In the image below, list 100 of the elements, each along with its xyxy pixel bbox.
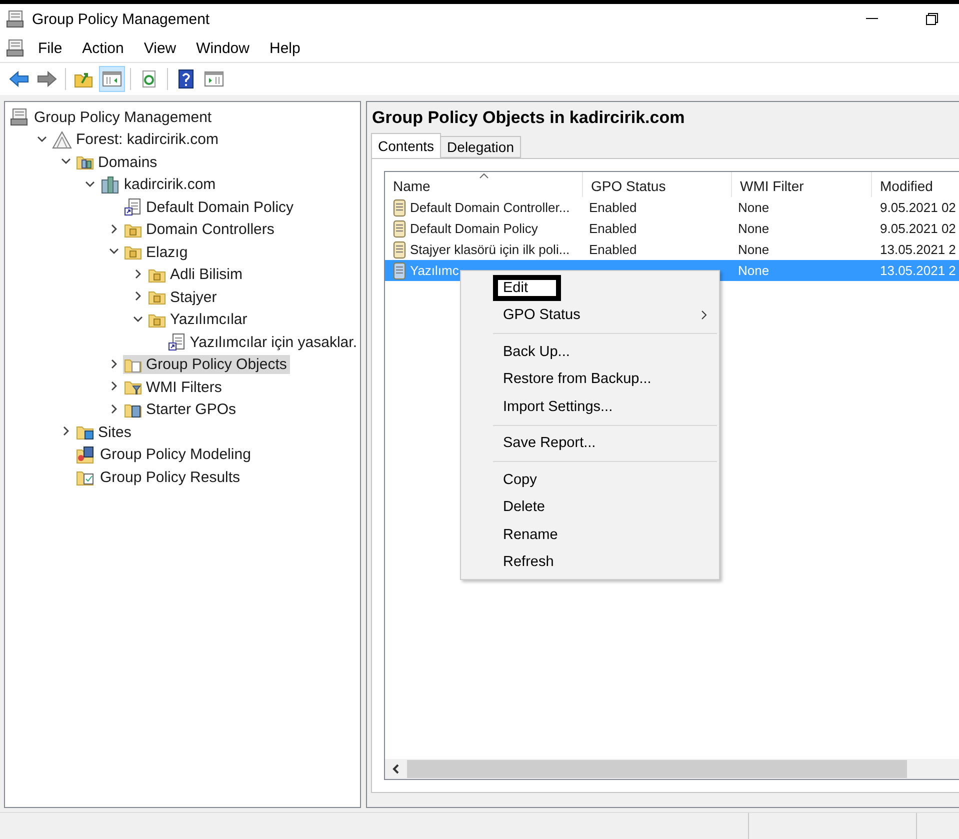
triangle-icon [52, 130, 72, 149]
wmi-filter-text: None [738, 242, 770, 257]
forward-arrow-icon [37, 71, 57, 87]
scroll-icon [391, 198, 407, 216]
tree-node[interactable]: kadircirik.com [99, 174, 219, 195]
tree-node[interactable]: Domain Controllers [123, 220, 278, 240]
chevron-right-icon[interactable] [109, 381, 119, 392]
wmi-filter-text: None [738, 221, 770, 236]
back-arrow-icon [9, 71, 29, 87]
gpo-name: Default Domain Controller... [410, 200, 570, 215]
chevron-right-icon[interactable] [109, 358, 119, 369]
filter-folder-icon [124, 379, 142, 396]
console-icon [10, 108, 30, 126]
context-menu-item[interactable]: Save Report... [461, 430, 719, 457]
horizontal-scrollbar[interactable] [385, 759, 959, 779]
tab[interactable]: Delegation [440, 136, 521, 158]
up-folder-icon [74, 70, 94, 88]
context-menu-item[interactable]: GPO Status [461, 302, 719, 329]
console-icon [6, 10, 26, 28]
chevron-right-icon[interactable] [133, 268, 143, 279]
starter-folder-icon [124, 402, 142, 418]
folder-icon [148, 312, 166, 328]
tree-node[interactable]: Stajyer [147, 288, 220, 307]
gpo-name: Yazılımc [410, 263, 459, 278]
chevron-right-icon[interactable] [109, 404, 119, 414]
minimize-icon [866, 18, 878, 20]
folder-icon [124, 222, 142, 238]
modified-date: 9.05.2021 02 [880, 221, 956, 236]
buildings-icon [100, 176, 120, 194]
menu-item[interactable]: Action [74, 40, 132, 56]
chevron-right-icon[interactable] [61, 426, 71, 436]
policy-link-icon [168, 333, 186, 352]
context-menu-item[interactable]: Edit [461, 274, 719, 302]
tree-node[interactable]: Domains [75, 152, 160, 172]
modified-date: 13.05.2021 2 [880, 263, 956, 278]
gpo-name: Stajyer klasörü için ilk poli... [410, 242, 570, 257]
folder-icon [148, 289, 166, 306]
tree-node[interactable]: Group Policy Objects [123, 355, 290, 374]
menu-item[interactable]: File [30, 40, 70, 56]
scroll-thumb[interactable] [407, 760, 907, 778]
column-header[interactable]: Name [385, 172, 583, 197]
domains-folder-icon [76, 154, 94, 170]
chevron-left-icon [392, 764, 400, 774]
window-title: Group Policy Management [32, 10, 211, 28]
modified-date: 13.05.2021 2 [880, 242, 956, 257]
context-menu-item[interactable]: Refresh [461, 548, 719, 576]
column-header[interactable]: WMI Filter [732, 172, 872, 197]
sites-folder-icon [76, 424, 94, 440]
help-icon [177, 69, 195, 89]
list-row[interactable]: Stajyer klasörü için ilk poli... Enabled None 13.05.2021 2 [385, 239, 959, 260]
menu-item[interactable]: Help [261, 40, 308, 56]
wmi-filter-text: None [738, 200, 770, 215]
status-text: Enabled [589, 221, 637, 236]
tree-node[interactable]: WMI Filters [123, 378, 225, 397]
policy-link-icon [124, 198, 142, 216]
tree-node[interactable]: Sites [75, 422, 134, 442]
sort-caret-icon [479, 173, 489, 179]
scroll-icon [391, 262, 407, 280]
chevron-down-icon[interactable] [133, 314, 143, 324]
context-menu-item[interactable]: Copy [461, 466, 719, 494]
chevron-down-icon[interactable] [85, 178, 95, 189]
pane-heading: Group Policy Objects in kadircirik.com [371, 107, 686, 129]
folder-icon [148, 266, 166, 283]
chevron-down-icon[interactable] [61, 156, 71, 166]
tree-node[interactable]: Group Policy Modeling [75, 444, 254, 465]
tree-node[interactable]: Group Policy Management [9, 107, 215, 128]
context-menu-item[interactable]: Back Up... [461, 338, 719, 366]
refresh-icon [140, 70, 158, 88]
menu-item[interactable]: View [136, 40, 184, 56]
modeling-icon [76, 446, 96, 464]
scroll-icon [391, 240, 407, 258]
tab[interactable]: Contents [371, 133, 442, 158]
context-menu-item[interactable]: Import Settings... [461, 393, 719, 420]
wmi-filter-text: None [738, 263, 770, 278]
tree-node[interactable]: Forest: kadircirik.com [51, 130, 222, 150]
context-menu-item[interactable]: Restore from Backup... [461, 366, 719, 393]
menu-item[interactable]: Window [188, 40, 258, 56]
gpo-name: Default Domain Policy [410, 221, 538, 236]
column-header[interactable]: Modified [872, 172, 959, 197]
column-header[interactable]: GPO Status [583, 172, 732, 197]
scroll-icon [391, 220, 407, 238]
context-menu-item[interactable]: Rename [461, 521, 719, 548]
list-row[interactable]: Default Domain Controller... Enabled None 9.05.2021 02 [385, 197, 959, 218]
tree-node[interactable]: Default Domain Policy [123, 197, 297, 218]
chevron-right-icon[interactable] [133, 291, 143, 302]
tree-node[interactable]: Yazılımcılar [147, 310, 250, 330]
chevron-down-icon[interactable] [37, 134, 47, 144]
context-menu-item[interactable]: Delete [461, 494, 719, 521]
status-text: Enabled [589, 242, 637, 257]
chevron-down-icon[interactable] [109, 246, 119, 256]
list-row[interactable]: Default Domain Policy Enabled None 9.05.2021 02 [385, 218, 959, 239]
tree-node[interactable]: Adli Bilisim [147, 265, 246, 284]
tree-node[interactable]: Yazılımcılar için yasaklar. [166, 332, 360, 352]
modified-date: 9.05.2021 02 [880, 200, 956, 215]
tree-node[interactable]: Elazıg [123, 242, 191, 262]
tree-node[interactable]: Group Policy Results [75, 467, 244, 488]
console-icon [6, 39, 26, 57]
gpo-folder-icon [124, 356, 142, 373]
tree-node[interactable]: Starter GPOs [123, 400, 240, 420]
chevron-right-icon[interactable] [109, 224, 119, 234]
